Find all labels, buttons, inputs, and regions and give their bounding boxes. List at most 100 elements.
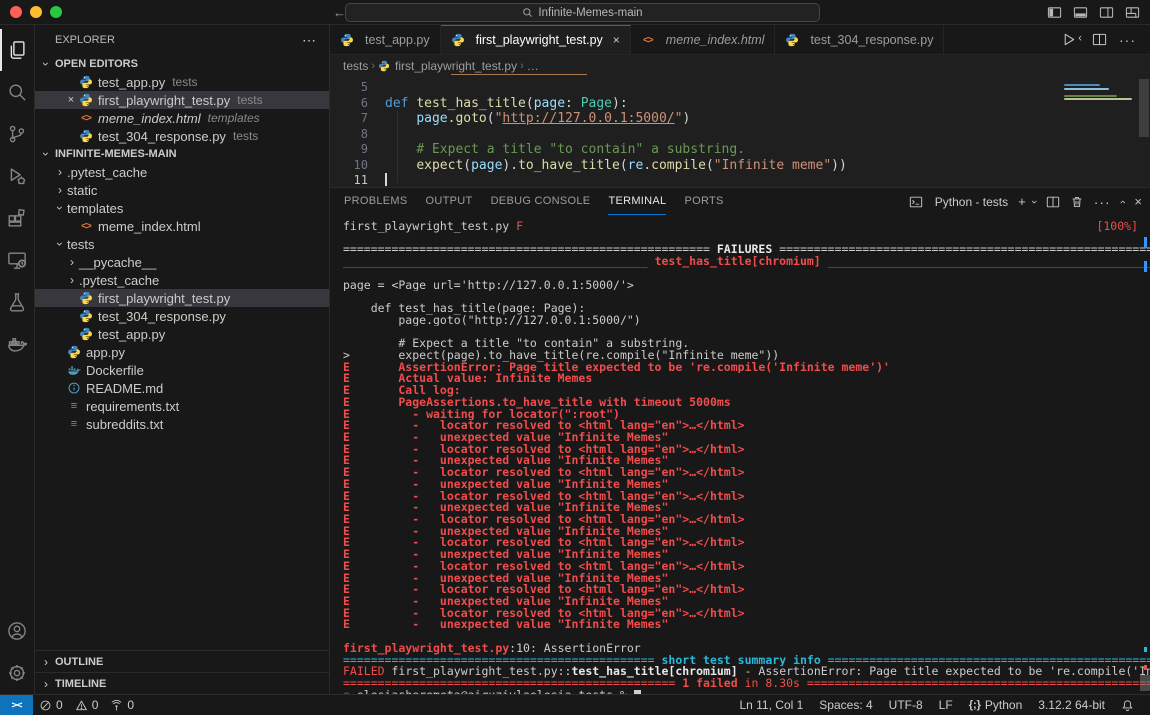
docker-whale-icon[interactable] [0, 323, 35, 365]
open-editor-item[interactable]: ×first_playwright_test.pytests [35, 91, 329, 109]
editor-tab[interactable]: <>meme_index.html [631, 25, 776, 54]
status-item[interactable]: UTF-8 [881, 695, 931, 715]
status-item[interactable]: 3.12.2 64-bit [1030, 695, 1113, 715]
tree-item[interactable]: ≡subreddits.txt [35, 415, 329, 433]
zoom-button[interactable] [50, 6, 62, 18]
panel-tab-output[interactable]: OUTPUT [426, 188, 473, 215]
tree-item[interactable]: ≡requirements.txt [35, 397, 329, 415]
docker-file-icon [67, 363, 86, 377]
editor-tab[interactable]: test_app.py [330, 25, 441, 54]
toggle-primary-sidebar-icon[interactable] [1047, 5, 1062, 20]
terminal-line: E - unexpected value "Infinite Memes" [343, 432, 1150, 444]
extensions-icon[interactable] [0, 197, 35, 239]
split-terminal-icon[interactable] [1046, 195, 1060, 209]
line-number: 5 [330, 80, 385, 96]
line-number: 11 [330, 173, 385, 187]
terminal-line [343, 268, 1150, 280]
tree-item[interactable]: first_playwright_test.py [35, 289, 329, 307]
code-text: def test_has_title(page: Page): [385, 96, 1150, 112]
command-center-search[interactable]: Infinite-Memes-main [345, 3, 820, 22]
editor-scrollbar[interactable] [1139, 79, 1149, 137]
close-button[interactable] [10, 6, 22, 18]
close-icon[interactable]: × [613, 33, 620, 47]
tree-item[interactable]: ›__pycache__ [35, 253, 329, 271]
editor-tab[interactable]: first_playwright_test.py× [441, 25, 631, 54]
close-icon[interactable]: × [63, 94, 79, 106]
open-editor-item[interactable]: test_304_response.pytests [35, 127, 329, 145]
customize-layout-icon[interactable] [1125, 5, 1140, 20]
split-editor-icon[interactable] [1092, 32, 1107, 47]
account-icon[interactable] [0, 610, 35, 652]
panel-tab-terminal[interactable]: TERMINAL [608, 188, 666, 215]
status-item[interactable]: LF [931, 695, 961, 715]
toggle-panel-icon[interactable] [1073, 5, 1088, 20]
file-label: README.md [86, 381, 163, 396]
tree-item[interactable]: test_app.py [35, 325, 329, 343]
run-python-file-icon[interactable] [1061, 32, 1076, 47]
files-explorer-icon[interactable] [0, 29, 35, 71]
terminal-line: ========================================… [343, 655, 1150, 667]
tree-item[interactable]: ›templates [35, 199, 329, 217]
source-control-icon[interactable] [0, 113, 35, 155]
status-item[interactable]: {;}Python [961, 695, 1031, 715]
tree-item[interactable]: ›tests [35, 235, 329, 253]
search-icon[interactable] [0, 71, 35, 113]
more-actions-icon[interactable]: ⋯ [302, 32, 317, 49]
minimap[interactable] [1064, 81, 1134, 105]
tree-item[interactable]: <>meme_index.html [35, 217, 329, 235]
tree-item[interactable]: Dockerfile [35, 361, 329, 379]
toggle-secondary-sidebar-icon[interactable] [1099, 5, 1114, 20]
tree-item[interactable]: ›.pytest_cache [35, 163, 329, 181]
project-section-header[interactable]: › INFINITE-MEMES-MAIN [35, 145, 329, 163]
terminal-line [343, 631, 1150, 643]
open-editors-section-header[interactable]: › OPEN EDITORS [35, 55, 329, 73]
chevron-right-icon: › [39, 677, 53, 691]
status-item[interactable]: Ln 11, Col 1 [731, 695, 811, 715]
terminal[interactable]: [100%]first_playwright_test.py F========… [330, 215, 1150, 694]
terminal-line: ========================================… [343, 678, 1150, 690]
panel-tab-debug-console[interactable]: DEBUG CONSOLE [491, 188, 591, 215]
status-item[interactable] [1113, 695, 1142, 715]
settings-gear-icon[interactable] [0, 652, 35, 694]
panel-tab-ports[interactable]: PORTS [684, 188, 723, 215]
kill-terminal-icon[interactable] [1070, 195, 1084, 209]
remote-indicator-icon[interactable]: >< [0, 695, 33, 715]
file-label: subreddits.txt [86, 417, 163, 432]
workbench: EXPLORER ⋯ › OPEN EDITORS test_app.pytes… [0, 25, 1150, 694]
more-actions-icon[interactable]: ··· [1094, 194, 1111, 210]
editor-tab[interactable]: test_304_response.py [775, 25, 944, 54]
minimize-button[interactable] [30, 6, 42, 18]
open-editor-item[interactable]: test_app.pytests [35, 73, 329, 91]
chevron-down-icon: › [53, 237, 67, 251]
tree-item[interactable]: README.md [35, 379, 329, 397]
outline-section-header[interactable]: › OUTLINE [35, 650, 329, 672]
ports-forwarded-status[interactable]: 0 [104, 695, 140, 715]
error-icon [39, 699, 52, 712]
timeline-section-header[interactable]: › TIMELINE [35, 672, 329, 694]
tree-item[interactable]: test_304_response.py [35, 307, 329, 325]
breadcrumb-item[interactable]: … [527, 59, 539, 73]
breadcrumb-item[interactable]: tests [343, 59, 368, 73]
more-actions-icon[interactable]: ··· [1119, 32, 1136, 48]
panel-tab-problems[interactable]: PROBLEMS [344, 188, 408, 215]
terminal-profile-icon[interactable] [909, 195, 923, 209]
tree-item[interactable]: ›static [35, 181, 329, 199]
tree-item[interactable]: ›.pytest_cache [35, 271, 329, 289]
add-terminal-icon[interactable]: + [1018, 194, 1026, 209]
run-debug-icon[interactable] [0, 155, 35, 197]
breadcrumb-item[interactable]: first_playwright_test.py [395, 59, 517, 73]
open-editor-item[interactable]: <>meme_index.htmltemplates [35, 109, 329, 127]
warning-status[interactable]: 0 [69, 695, 105, 715]
close-panel-icon[interactable]: × [1134, 194, 1142, 209]
remote-explorer-icon[interactable] [0, 239, 35, 281]
tree-item[interactable]: app.py [35, 343, 329, 361]
terminal-line: E - locator resolved to <html lang="en">… [343, 537, 1150, 549]
testing-flask-icon[interactable] [0, 281, 35, 323]
maximize-panel-icon[interactable]: › [1121, 196, 1125, 208]
error-status[interactable]: 0 [33, 695, 69, 715]
python-icon [79, 309, 98, 323]
terminal-scrollbar[interactable] [1140, 675, 1150, 691]
ports-forwarded-icon [110, 699, 123, 712]
code-editor[interactable]: 56def test_has_title(page: Page):7 page.… [330, 77, 1150, 187]
status-item[interactable]: Spaces: 4 [811, 695, 880, 715]
